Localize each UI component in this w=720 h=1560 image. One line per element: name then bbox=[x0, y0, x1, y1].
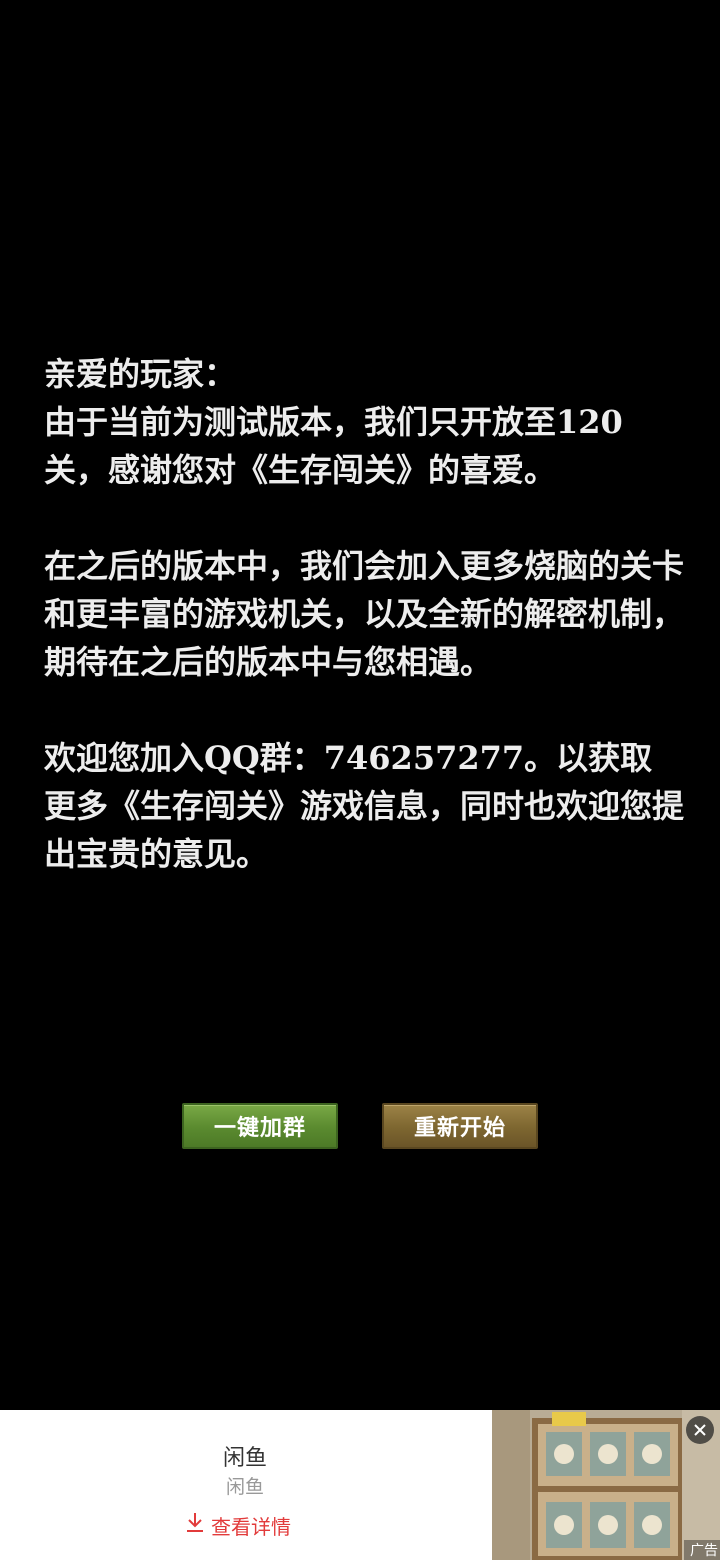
ad-title: 闲鱼 bbox=[222, 1445, 267, 1470]
ad-product-image[interactable]: 广告 bbox=[492, 1410, 720, 1560]
notice-paragraph-qq-group: 欢迎您加入QQ群：746257277。以获取更多《生存闯关》游戏信息，同时也欢迎… bbox=[44, 739, 685, 873]
ad-detail-link[interactable]: 查看详情 bbox=[185, 1510, 291, 1540]
close-icon[interactable] bbox=[686, 1416, 714, 1444]
notice-paragraph-future-versions: 在之后的版本中，我们会加入更多烧脑的关卡和更丰富的游戏机关，以及全新的解密机制，… bbox=[44, 547, 685, 681]
ad-detail-label: 查看详情 bbox=[211, 1516, 291, 1539]
download-icon bbox=[185, 1511, 205, 1539]
notice-paragraph-test-version: 由于当前为测试版本，我们只开放至120关，感谢您对《生存闯关》的喜爱。 bbox=[44, 403, 623, 489]
ad-subtitle: 闲鱼 bbox=[225, 1477, 264, 1498]
join-group-button[interactable]: 一键加群 bbox=[182, 1103, 338, 1149]
notice-message: 亲爱的玩家： 由于当前为测试版本，我们只开放至120关，感谢您对《生存闯关》的喜… bbox=[44, 350, 684, 878]
ad-banner[interactable]: 闲鱼 闲鱼 查看详情 广告 bbox=[0, 1410, 720, 1560]
ad-tag: 广告 bbox=[684, 1540, 720, 1560]
greeting-text: 亲爱的玩家： bbox=[44, 355, 237, 393]
restart-button[interactable]: 重新开始 bbox=[382, 1103, 538, 1149]
